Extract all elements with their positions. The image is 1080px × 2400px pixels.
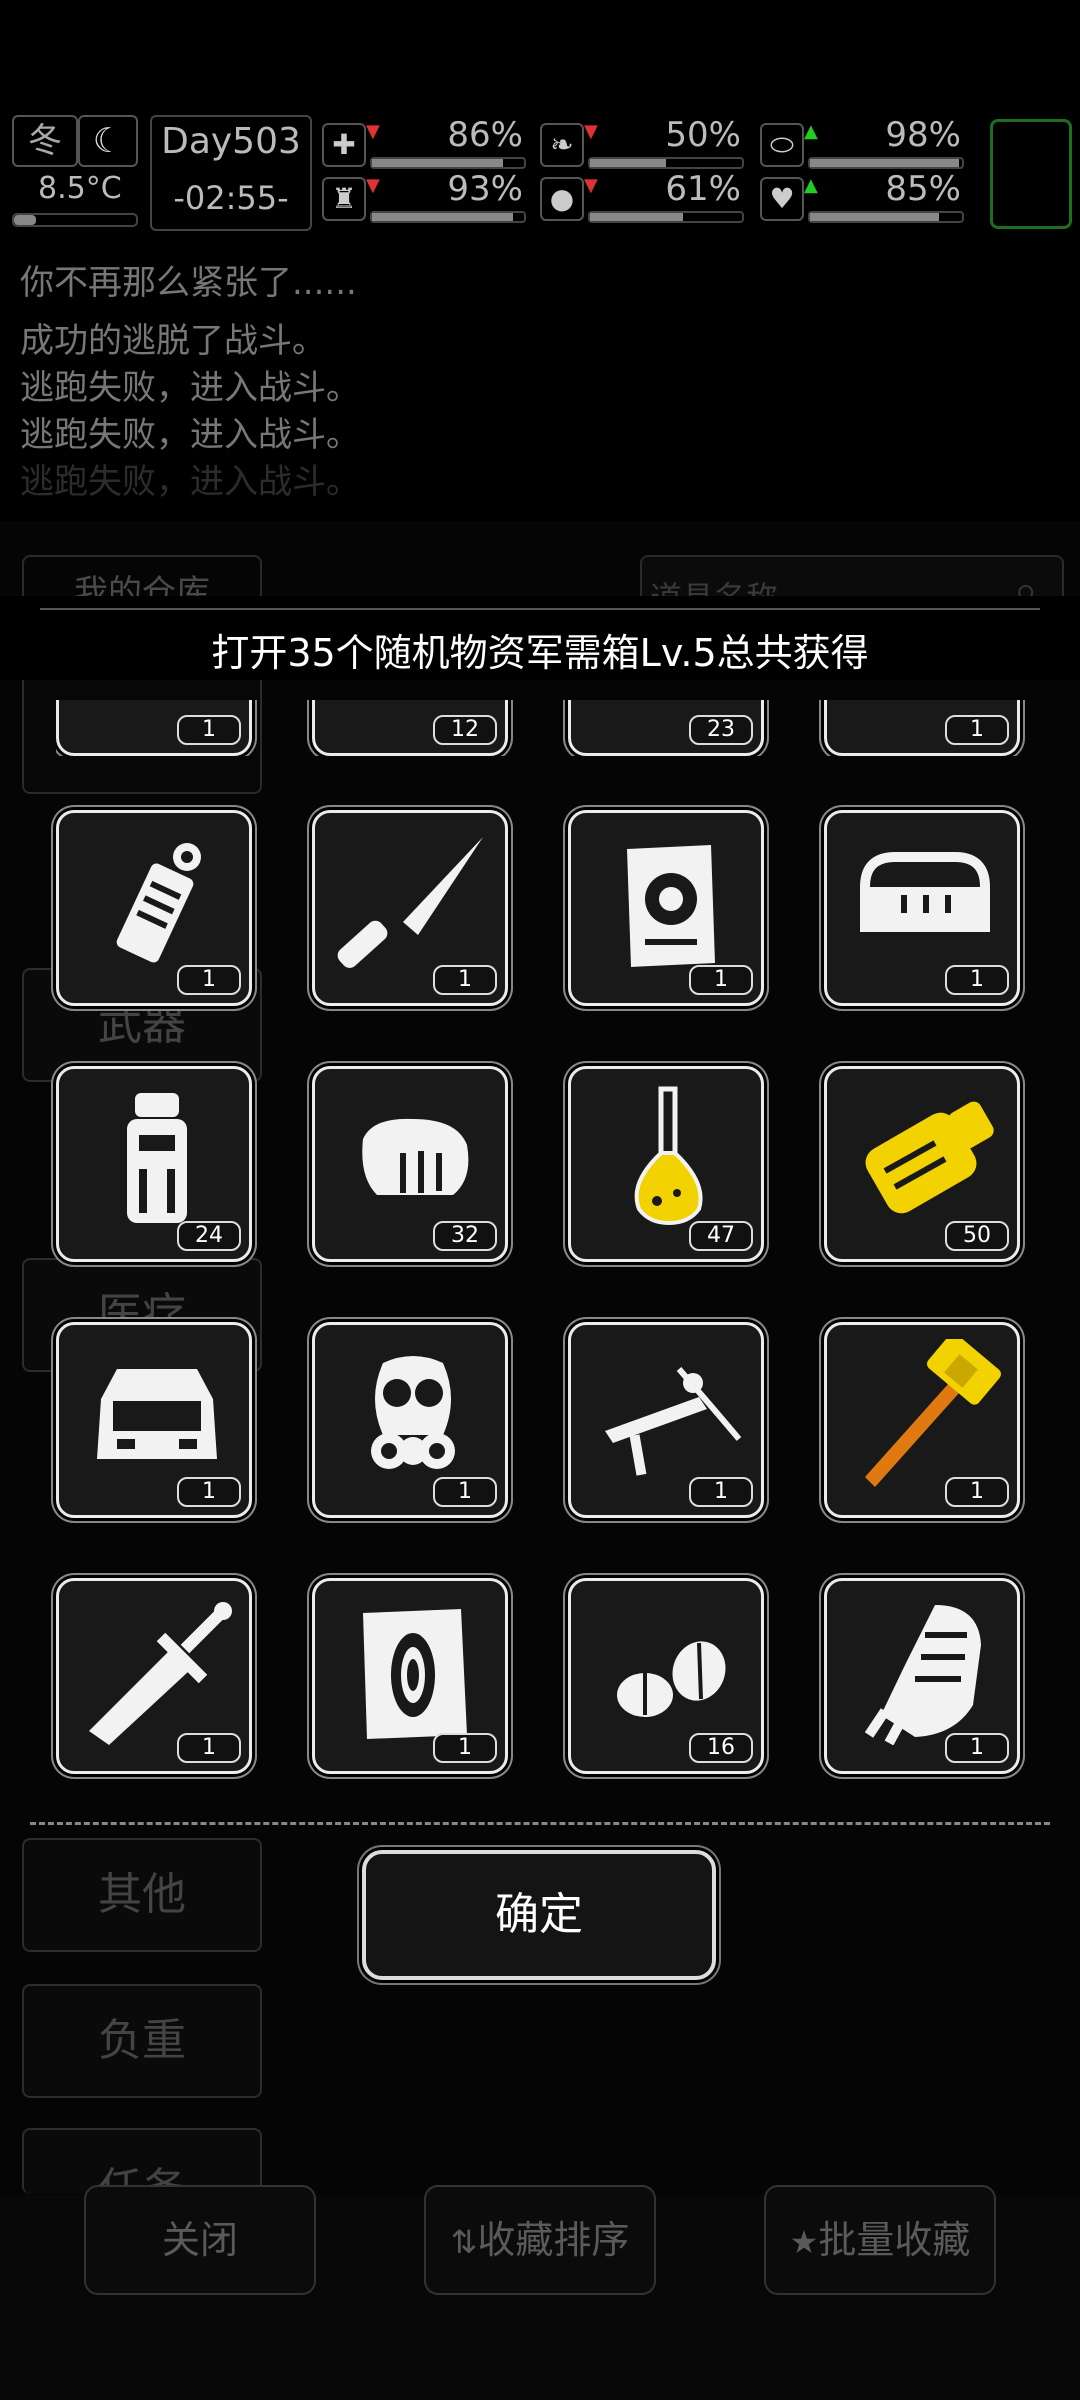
item-slot-bottle[interactable]: 24 bbox=[56, 1066, 252, 1262]
crossbow-icon bbox=[605, 1367, 742, 1476]
item-slot-gauntlet[interactable]: 1 bbox=[824, 1578, 1020, 1774]
seeds-icon bbox=[617, 1641, 726, 1717]
item-slot-bumper[interactable]: 1 bbox=[824, 810, 1020, 1006]
close-button[interactable]: 关闭 bbox=[84, 2185, 316, 2295]
meat-icon bbox=[362, 1118, 469, 1195]
tab-load[interactable]: 负重 bbox=[22, 1984, 262, 2098]
game-clock: -02:55- bbox=[173, 179, 289, 217]
trend-down-icon: ▼ bbox=[366, 121, 380, 142]
bumper-icon bbox=[860, 852, 990, 932]
favorite-sort-button[interactable]: ⇅收藏排序 bbox=[424, 2185, 656, 2295]
sort-arrows-icon: ⇅ bbox=[450, 2223, 478, 2261]
item-slot-hammer[interactable]: 1 bbox=[824, 1322, 1020, 1518]
day-counter: Day503 bbox=[161, 121, 301, 162]
gold-part-icon bbox=[865, 1101, 994, 1214]
medkit-icon: ✚ bbox=[322, 123, 366, 167]
item-slot[interactable]: 23 bbox=[568, 700, 764, 756]
stat-immunity: ⬭ ▲ 98% bbox=[760, 115, 965, 171]
tab-other[interactable]: 其他 bbox=[22, 1838, 262, 1952]
item-slot-car-trunk[interactable]: 1 bbox=[56, 1322, 252, 1518]
item-slot-sword[interactable]: 1 bbox=[56, 1578, 252, 1774]
log-line: 逃跑失败，进入战斗。 bbox=[20, 462, 360, 502]
item-slot[interactable]: 1 bbox=[56, 700, 252, 756]
log-line: 成功的逃脱了战斗。 bbox=[20, 321, 326, 361]
gas-mask-icon bbox=[371, 1356, 455, 1469]
item-slot-gold-part[interactable]: 50 bbox=[824, 1066, 1020, 1262]
trend-down-icon: ▼ bbox=[584, 175, 598, 196]
trend-up-icon: ▲ bbox=[804, 121, 818, 142]
item-slot-seeds[interactable]: 16 bbox=[568, 1578, 764, 1774]
temperature-bar bbox=[12, 213, 138, 227]
stomach-icon: ❧ bbox=[540, 123, 584, 167]
season-indicator: 冬 bbox=[12, 115, 78, 167]
log-line: 逃跑失败，进入战斗。 bbox=[20, 368, 360, 408]
moon-icon: ☾ bbox=[78, 115, 138, 167]
item-slot-flask[interactable]: 47 bbox=[568, 1066, 764, 1262]
dialog-title: 打开35个随机物资军需箱Lv.5总共获得 bbox=[211, 631, 869, 675]
stat-stamina: ♜ ▼ 93% bbox=[322, 169, 527, 225]
knife-icon bbox=[337, 837, 483, 968]
item-slot[interactable]: 1 bbox=[824, 700, 1020, 756]
sword-icon bbox=[89, 1602, 232, 1745]
status-bar: 冬 ☾ 8.5°C Day503 -02:55- ✚ ▼ 86% ❧ ▼ 50%… bbox=[0, 105, 1080, 235]
trend-up-icon: ▲ bbox=[804, 175, 818, 196]
stat-thirst: ● ▼ 61% bbox=[540, 169, 745, 225]
gauntlet-icon bbox=[864, 1605, 981, 1745]
item-slot-tire-blueprint[interactable]: 1 bbox=[312, 1578, 508, 1774]
temperature: 8.5°C bbox=[38, 171, 122, 206]
trend-down-icon: ▼ bbox=[366, 175, 380, 196]
day-clock-panel: Day503 -02:55- bbox=[150, 115, 312, 231]
log-line: 你不再那么紧张了...... bbox=[20, 263, 357, 303]
car-trunk-icon bbox=[97, 1369, 217, 1459]
water-drop-icon: ● bbox=[540, 177, 584, 221]
equipment-slot[interactable] bbox=[990, 119, 1072, 229]
hammer-icon bbox=[865, 1339, 1001, 1487]
blueprint-icon bbox=[627, 845, 715, 967]
item-slot-gas-mask[interactable]: 1 bbox=[312, 1322, 508, 1518]
item-slot-blueprint[interactable]: 1 bbox=[568, 810, 764, 1006]
batch-favorite-button[interactable]: ★批量收藏 bbox=[764, 2185, 996, 2295]
item-slot[interactable]: 12 bbox=[312, 700, 508, 756]
stat-hunger: ❧ ▼ 50% bbox=[540, 115, 745, 171]
dialog-separator bbox=[30, 1822, 1050, 1825]
log-line: 逃跑失败，进入战斗。 bbox=[20, 415, 360, 455]
heart-icon: ♥ bbox=[760, 177, 804, 221]
flask-icon bbox=[634, 1086, 703, 1226]
stat-health: ✚ ▼ 86% bbox=[322, 115, 527, 171]
trend-down-icon: ▼ bbox=[584, 121, 598, 142]
pill-icon: ⬭ bbox=[760, 123, 804, 167]
dialog-divider bbox=[40, 608, 1040, 610]
confirm-button[interactable]: 确定 bbox=[362, 1850, 716, 1980]
tire-blueprint-icon bbox=[363, 1609, 467, 1739]
star-icon: ★ bbox=[789, 2223, 819, 2261]
item-slot-crossbow[interactable]: 1 bbox=[568, 1322, 764, 1518]
bottle-icon bbox=[127, 1093, 187, 1223]
grenade-icon bbox=[116, 843, 201, 963]
partial-item-row: 1 12 23 1 bbox=[56, 700, 1056, 756]
item-slot-meat[interactable]: 32 bbox=[312, 1066, 508, 1262]
item-slot-knife[interactable]: 1 bbox=[312, 810, 508, 1006]
stamina-icon: ♜ bbox=[322, 177, 366, 221]
item-slot-grenade[interactable]: 1 bbox=[56, 810, 252, 1006]
stat-mood: ♥ ▲ 85% bbox=[760, 169, 965, 225]
